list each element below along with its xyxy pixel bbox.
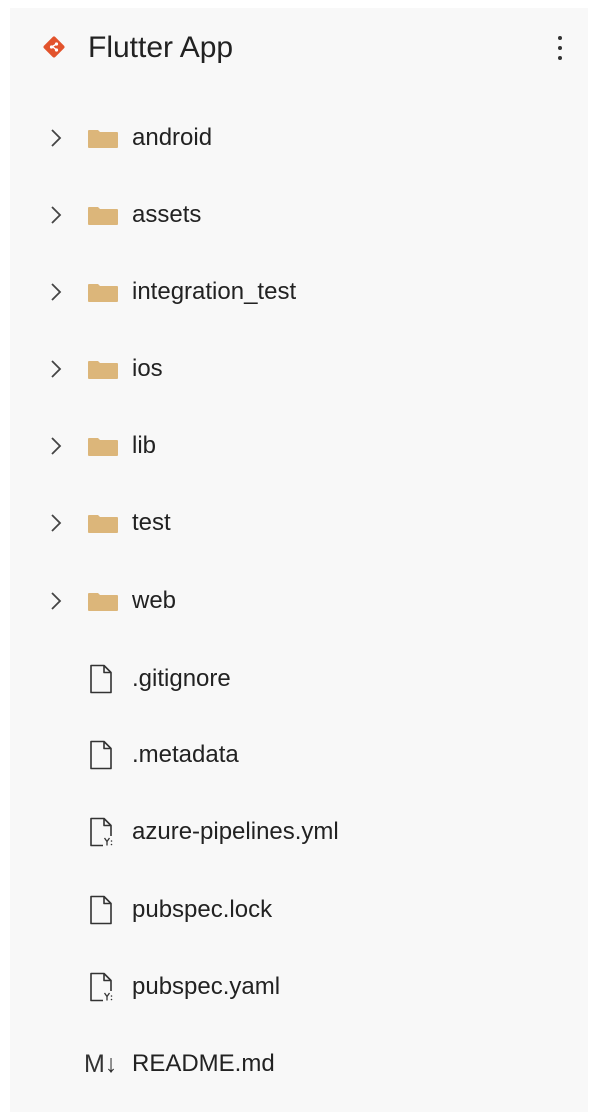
item-label: azure-pipelines.yml [132,818,339,845]
item-label: android [132,124,213,151]
folder-icon [88,438,118,456]
item-label: test [132,509,171,536]
file-item-azure-pipelines[interactable]: azure-pipelines.yml [10,802,588,862]
more-vertical-icon [558,36,562,40]
folder-icon [88,361,118,379]
item-label: .gitignore [132,665,231,692]
item-label: assets [132,201,202,228]
folder-item-assets[interactable]: assets [10,185,588,245]
folder-item-lib[interactable]: lib [10,416,588,476]
item-label: README.md [132,1050,275,1077]
chevron-right-icon[interactable] [46,435,66,457]
file-icon [90,740,112,770]
folder-item-web[interactable]: web [10,571,588,631]
chevron-right-icon[interactable] [46,512,66,534]
folder-item-android[interactable]: android [10,108,588,168]
folder-item-integration-test[interactable]: integration_test [10,262,588,322]
yaml-file-icon [90,972,113,1002]
chevron-right-icon[interactable] [46,281,66,303]
folder-item-test[interactable]: test [10,493,588,553]
item-label: web [132,587,177,614]
item-label: pubspec.yaml [132,973,281,1000]
folder-icon [88,284,118,302]
folder-icon [88,515,118,533]
chevron-right-icon[interactable] [46,204,66,226]
folder-icon [88,207,118,225]
item-label: .metadata [132,741,239,768]
item-label: lib [132,432,157,459]
chevron-right-icon[interactable] [46,590,66,612]
markdown-icon: M↓ [84,1050,118,1078]
file-item-metadata[interactable]: .metadata [10,725,588,785]
git-repo-icon [43,36,65,58]
chevron-right-icon[interactable] [46,127,66,149]
folder-icon [88,130,118,148]
item-label: integration_test [132,278,297,305]
folder-item-ios[interactable]: ios [10,339,588,399]
more-options-button[interactable] [546,28,574,68]
item-label: pubspec.lock [132,896,273,923]
file-icon [90,664,112,694]
file-item-pubspec-yaml[interactable]: pubspec.yaml [10,957,588,1017]
file-item-pubspec-lock[interactable]: pubspec.lock [10,880,588,940]
file-icon [90,895,112,925]
file-item-gitignore[interactable]: .gitignore [10,649,588,709]
yaml-file-icon [90,817,113,847]
repo-title: Flutter App [88,31,234,64]
item-label: ios [132,355,163,382]
folder-icon [88,593,118,611]
file-item-readme[interactable]: M↓ README.md [10,1034,588,1094]
repo-header: Flutter App [10,8,588,90]
chevron-right-icon[interactable] [46,358,66,380]
file-explorer-panel: Flutter App android assets integration_t… [10,8,588,1112]
